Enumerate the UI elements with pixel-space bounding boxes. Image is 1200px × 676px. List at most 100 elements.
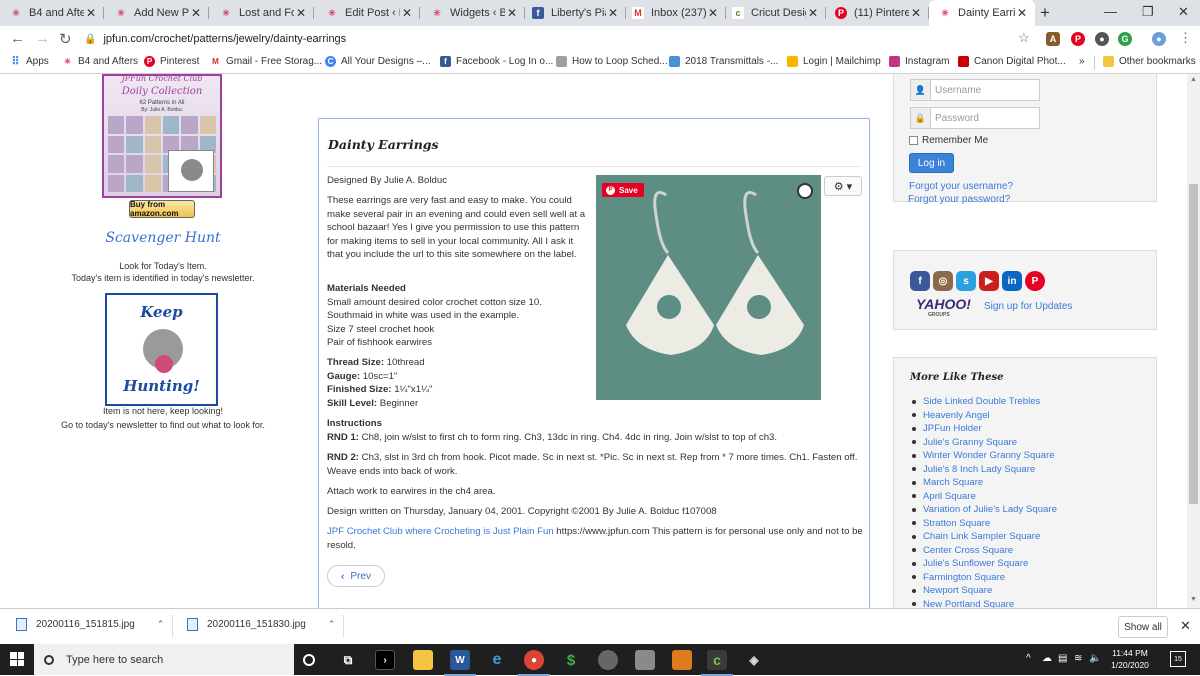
related-pattern-link[interactable]: Winter Wonder Granny Square [912,449,1057,463]
username-field[interactable]: 👤 Username [910,79,1040,101]
login-button[interactable]: Log in [909,153,954,173]
bookmark-star-icon[interactable]: ☆ [1018,30,1030,46]
edge-icon[interactable]: e [487,650,507,670]
skype-icon[interactable]: s [956,271,976,291]
browser-tab[interactable]: M Inbox (237) -✕ [622,0,726,26]
bookmark-item[interactable]: ⠿ Apps [10,56,48,68]
pinterest-save-button[interactable]: P Save [602,183,644,197]
browser-tab[interactable]: P (11) Pinterest✕ [825,0,929,26]
close-tab-icon[interactable]: ✕ [505,6,519,20]
bookmark-item[interactable]: 2018 Transmittals -... [669,56,778,67]
app-icon[interactable] [672,650,692,670]
youtube-icon[interactable]: ▶ [979,271,999,291]
related-pattern-link[interactable]: JPFun Holder [912,422,1057,436]
pinterest-icon[interactable]: P [1025,271,1045,291]
notification-center-icon[interactable]: 15 [1170,651,1186,667]
club-link[interactable]: JPF Crochet Club where Crocheting is Jus… [327,526,554,537]
volume-icon[interactable]: 🔈 [1089,653,1101,664]
minimize-icon[interactable]: — [1104,4,1117,19]
terminal-icon[interactable]: › [375,650,395,670]
close-tab-icon[interactable]: ✕ [909,6,923,20]
browser-tab[interactable]: ✳ Widgets ‹ B4✕ [421,0,525,26]
chevron-up-icon[interactable]: ⌃ [157,619,165,630]
facebook-icon[interactable]: f [910,271,930,291]
close-icon[interactable]: ✕ [1180,618,1191,634]
pinterest-extension-icon[interactable]: P [1071,32,1085,46]
instagram-icon[interactable]: ◎ [933,271,953,291]
close-tab-icon[interactable]: ✕ [189,6,203,20]
visual-search-icon[interactable] [797,183,813,199]
profile-avatar[interactable]: ● [1152,32,1166,46]
related-pattern-link[interactable]: Chain Link Sampler Square [912,530,1057,544]
bookmark-item[interactable]: Login | Mailchimp [787,56,881,67]
app-icon[interactable] [598,650,618,670]
bookmark-item[interactable]: Instagram [889,56,949,67]
checkbox-box[interactable] [909,136,918,145]
scroll-up-icon[interactable]: ▲ [1190,76,1197,83]
cloud-icon[interactable]: ☁ [1042,653,1052,664]
browser-tab[interactable]: ✳ Edit Post ‹ B4✕ [316,0,420,26]
signup-updates-link[interactable]: Sign up for Updates [984,301,1072,312]
menu-icon[interactable]: ⋮ [1179,30,1192,46]
bookmark-item[interactable]: f Facebook - Log In o... [440,56,553,67]
app-icon[interactable]: ◈ [744,650,764,670]
forward-icon[interactable]: → [35,30,50,47]
close-tab-icon[interactable]: ✕ [84,6,98,20]
scroll-thumb[interactable] [1189,184,1198,504]
more-bookmarks-button[interactable]: » [1079,56,1085,67]
word-icon[interactable]: W [444,650,476,676]
browser-tab[interactable]: ✳ B4 and Afters✕ [0,0,104,26]
cricut-icon[interactable]: c [701,650,733,676]
close-tab-icon[interactable]: ✕ [706,6,720,20]
related-pattern-link[interactable]: Stratton Square [912,517,1057,531]
related-pattern-link[interactable]: New Portland Square [912,598,1057,609]
related-pattern-link[interactable]: Heavenly Angel [912,409,1057,423]
related-pattern-link[interactable]: Julie's Granny Square [912,436,1057,450]
restore-icon[interactable]: ❐ [1142,4,1154,20]
browser-tab[interactable]: ✳ Add New Pos✕ [105,0,209,26]
scroll-down-icon[interactable]: ▼ [1190,596,1197,603]
bookmark-item[interactable]: ✳ B4 and Afters [62,56,138,67]
close-tab-icon[interactable]: ✕ [294,6,308,20]
dollar-app-icon[interactable]: $ [561,650,581,670]
network-icon[interactable]: ▤ [1058,653,1067,664]
system-clock[interactable]: 11:44 PM 1/20/2020 [1106,647,1154,671]
related-pattern-link[interactable]: Side Linked Double Trebles [912,395,1057,409]
back-icon[interactable]: ← [10,30,25,47]
browser-tab[interactable]: f Liberty's Piano✕ [522,0,626,26]
yahoo-groups-logo[interactable]: YAHOO! [916,296,971,312]
close-window-icon[interactable]: ✕ [1178,4,1189,20]
bookmark-item[interactable]: P Pinterest [144,56,199,67]
chrome-icon[interactable]: ● [518,650,550,676]
windows-start-icon[interactable] [10,652,24,666]
browser-tab[interactable]: ✳ Dainty Earring✕ [929,0,1035,26]
related-pattern-link[interactable]: March Square [912,476,1057,490]
wifi-icon[interactable]: ≋ [1074,653,1082,664]
amazon-buy-button[interactable]: Buy from amazon.com [129,200,195,218]
browser-tab[interactable]: ✳ Lost and Fou✕ [210,0,314,26]
related-pattern-link[interactable]: Center Cross Square [912,544,1057,558]
related-pattern-link[interactable]: Julie's 8 Inch Lady Square [912,463,1057,477]
show-all-button[interactable]: Show all [1118,616,1168,638]
tray-chevron-icon[interactable]: ^ [1026,653,1031,664]
bookmark-item[interactable]: M Gmail - Free Storag... [210,56,322,67]
bookmark-item[interactable]: How to Loop Sched... [556,56,668,67]
photos-icon[interactable] [635,650,655,670]
close-tab-icon[interactable]: ✕ [806,6,820,20]
taskbar-search[interactable]: Type here to search [34,644,294,675]
remember-me-checkbox[interactable]: Remember Me [909,135,988,146]
related-pattern-link[interactable]: April Square [912,490,1057,504]
prev-button[interactable]: ‹ Prev [327,565,385,587]
extension-icon[interactable]: ● [1095,32,1109,46]
new-tab-button[interactable]: + [1040,3,1050,23]
close-tab-icon[interactable]: ✕ [400,6,414,20]
scavenger-hunt-title[interactable]: Scavenger Hunt [60,230,266,246]
doily-book-cover[interactable]: JPFun Crochet Club Doily Collection 62 P… [102,74,222,198]
download-item[interactable]: 20200116_151830.jpg ⌃ [187,618,335,631]
file-explorer-icon[interactable] [413,650,433,670]
close-tab-icon[interactable]: ✕ [606,6,620,20]
article-tools-button[interactable]: ⚙ ▾ [824,176,862,196]
address-bar[interactable]: 🔒 jpfun.com/crochet/patterns/jewelry/dai… [84,28,1044,50]
cortana-icon[interactable] [303,654,315,666]
grammarly-icon[interactable]: G [1118,32,1132,46]
